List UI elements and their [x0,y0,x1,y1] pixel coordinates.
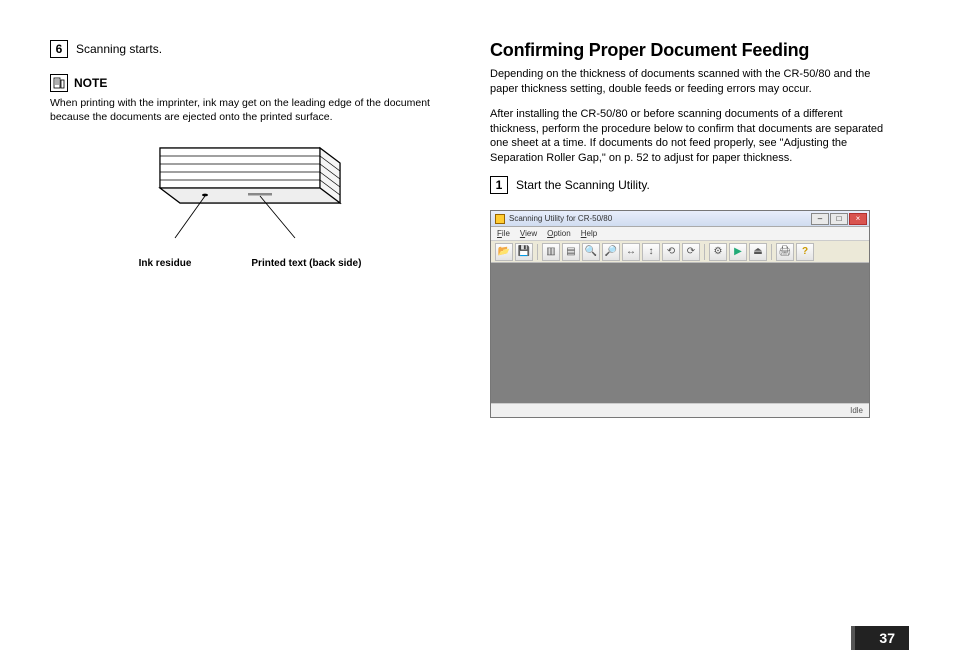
toolbar-separator [704,244,705,260]
note-header: NOTE [50,74,450,92]
toolbar-separator [771,244,772,260]
toolbar-separator [537,244,538,260]
save-icon[interactable]: 💾 [515,243,533,261]
fit-width-icon[interactable]: ↔ [622,243,640,261]
menu-file[interactable]: File [497,229,510,238]
app-icon [495,214,505,224]
status-text: Idle [850,406,863,415]
callout-printed-text: Printed text (back side) [251,258,361,269]
maximize-button[interactable]: □ [830,213,848,225]
toolbar: 📂 💾 ▥ ▤ 🔍 🔎 ↔ ↕ ⟲ ⟳ ⚙ ▶ ⏏ 🖨 [491,241,869,263]
settings-icon[interactable]: ⚙ [709,243,727,261]
menu-bar: File View Option Help [491,227,869,241]
diagram-callouts: Ink residue Printed text (back side) [50,258,450,269]
note-icon [50,74,68,92]
step-6: 6 Scanning starts. [50,40,450,58]
section-para-2: After installing the CR-50/80 or before … [490,107,890,166]
menu-view[interactable]: View [520,229,537,238]
window-title: Scanning Utility for CR-50/80 [495,214,612,224]
menu-help[interactable]: Help [581,229,597,238]
window-buttons: – □ × [811,213,867,225]
title-bar: Scanning Utility for CR-50/80 – □ × [491,211,869,227]
section-heading: Confirming Proper Document Feeding [490,40,890,61]
eject-icon[interactable]: ⏏ [749,243,767,261]
zoom-in-icon[interactable]: 🔍 [582,243,600,261]
step-1: 1 Start the Scanning Utility. [490,176,890,194]
step-number-box: 1 [490,176,508,194]
right-column: Confirming Proper Document Feeding Depen… [490,40,890,418]
note-body: When printing with the imprinter, ink ma… [50,96,450,124]
zoom-out-icon[interactable]: 🔎 [602,243,620,261]
section-para-1: Depending on the thickness of documents … [490,67,890,97]
app-screenshot: Scanning Utility for CR-50/80 – □ × File… [490,210,890,418]
minimize-button[interactable]: – [811,213,829,225]
page-icon[interactable]: ▤ [562,243,580,261]
help-icon[interactable]: ? [796,243,814,261]
callout-ink-residue: Ink residue [139,258,192,269]
menu-option[interactable]: Option [547,229,571,238]
app-window: Scanning Utility for CR-50/80 – □ × File… [490,210,870,418]
note-label: NOTE [74,76,107,90]
preview-canvas [491,263,869,403]
close-button[interactable]: × [849,213,867,225]
step-text: Start the Scanning Utility. [516,178,650,192]
page-number: 37 [851,626,909,650]
fit-height-icon[interactable]: ↕ [642,243,660,261]
step-number-box: 6 [50,40,68,58]
rotate-right-icon[interactable]: ⟳ [682,243,700,261]
title-text: Scanning Utility for CR-50/80 [509,214,612,223]
left-column: 6 Scanning starts. NOTE When printing wi… [50,40,450,418]
scan-icon[interactable]: ▥ [542,243,560,261]
open-icon[interactable]: 📂 [495,243,513,261]
status-bar: Idle [491,403,869,417]
scan-start-icon[interactable]: ▶ [729,243,747,261]
rotate-left-icon[interactable]: ⟲ [662,243,680,261]
step-text: Scanning starts. [76,42,162,56]
print-icon[interactable]: 🖨 [776,243,794,261]
document-stack-diagram [50,138,450,256]
